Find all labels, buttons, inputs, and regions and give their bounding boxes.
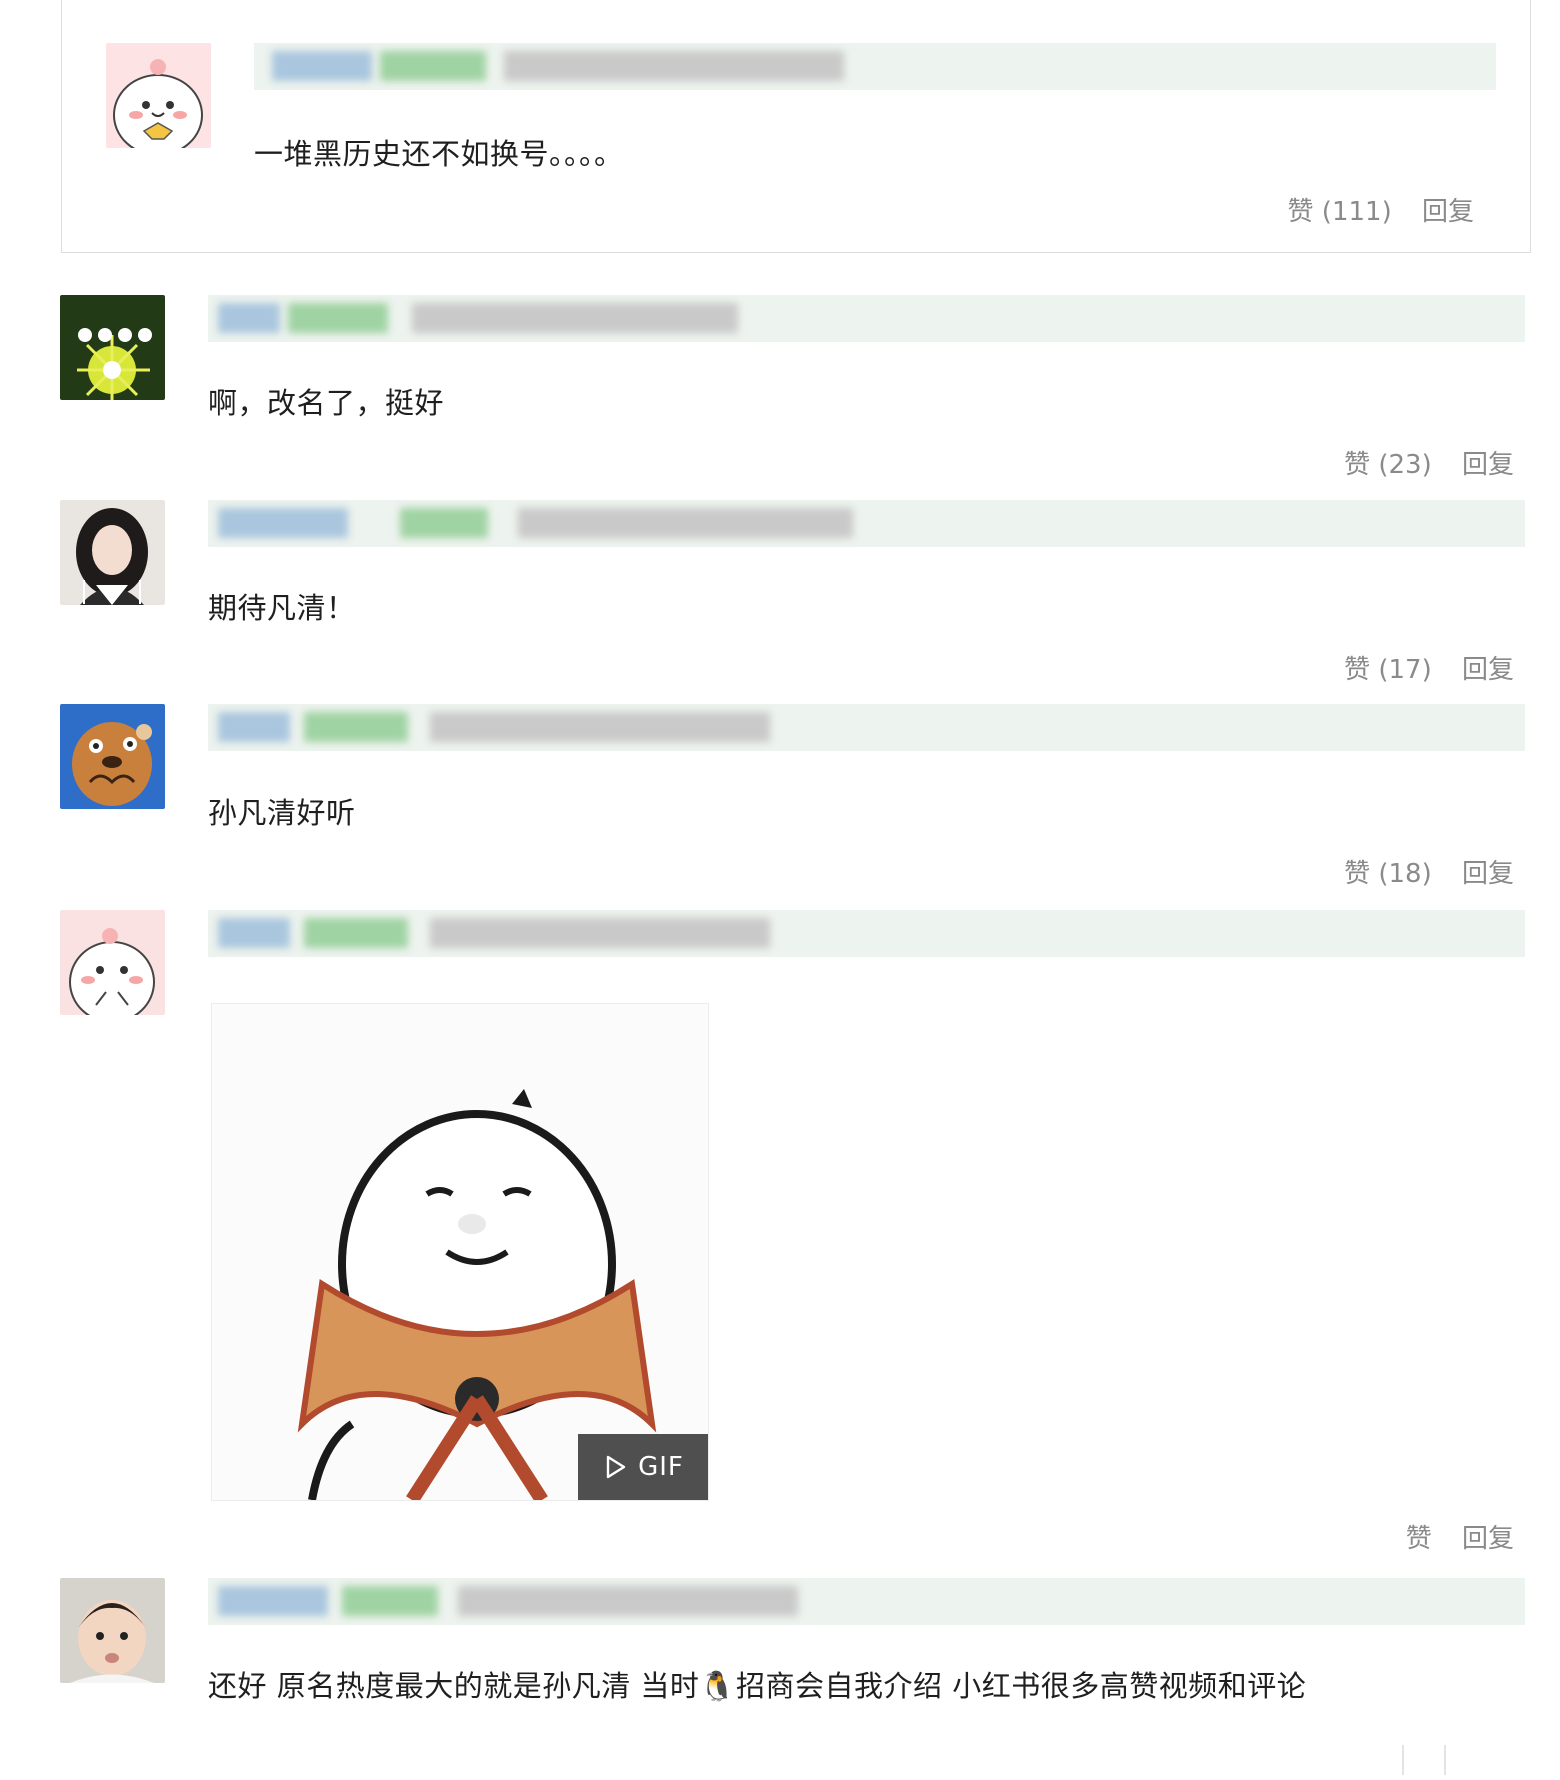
scroll-indicator (1402, 1745, 1446, 1775)
reply-button[interactable]: 回复 (1462, 859, 1514, 889)
avatar[interactable] (60, 704, 165, 809)
comment-meta-bar (208, 1578, 1525, 1625)
comment-actions: 赞 (23) 回复 (1344, 444, 1514, 481)
comment-date (430, 918, 770, 948)
play-icon (606, 1455, 626, 1479)
comment-text: 一堆黑历史还不如换号。。。。 (254, 137, 624, 171)
username[interactable] (218, 303, 280, 333)
like-button[interactable]: 赞 (17) (1344, 655, 1432, 685)
comment-meta-bar (254, 43, 1496, 90)
quoted-comment-card: 一堆黑历史还不如换号。。。。 赞 (111) 回复 (61, 0, 1531, 253)
reply-button[interactable]: 回复 (1462, 655, 1514, 685)
like-button[interactable]: 赞 (23) (1344, 450, 1432, 480)
comment-text: 还好 原名热度最大的就是孙凡清 当时🐧招商会自我介绍 小红书很多高赞视频和评论 (208, 1669, 1307, 1703)
comment-actions: 赞 (17) 回复 (1344, 649, 1514, 686)
comment-date (504, 51, 844, 81)
avatar[interactable] (60, 295, 165, 400)
avatar[interactable] (60, 910, 165, 1015)
gif-play-badge[interactable]: GIF (578, 1434, 708, 1500)
user-badge (380, 51, 486, 81)
gif-image[interactable]: GIF (211, 1003, 709, 1501)
comment-meta-bar (208, 910, 1525, 957)
reply-button[interactable]: 回复 (1462, 450, 1514, 480)
username[interactable] (272, 51, 372, 81)
gif-illustration (212, 1004, 708, 1500)
like-button[interactable]: 赞 (111) (1288, 197, 1392, 227)
user-badge (304, 712, 408, 742)
comment-date (430, 712, 770, 742)
username[interactable] (218, 1586, 328, 1616)
comment-date (412, 303, 738, 333)
comment-meta-bar (208, 500, 1525, 547)
reply-button[interactable]: 回复 (1422, 197, 1474, 227)
username[interactable] (218, 918, 290, 948)
username[interactable] (218, 508, 348, 538)
comment-date (458, 1586, 798, 1616)
username[interactable] (218, 712, 290, 742)
like-button[interactable]: 赞 (1406, 1524, 1432, 1554)
user-badge (400, 508, 488, 538)
comment-meta-bar (208, 295, 1525, 342)
comment-text: 期待凡清！ (208, 591, 356, 625)
gif-label: GIF (638, 1452, 684, 1482)
comment-actions: 赞 (111) 回复 (1288, 191, 1474, 228)
comment-text: 孙凡清好听 (208, 796, 356, 830)
avatar[interactable] (106, 43, 211, 148)
comment-date (518, 508, 853, 538)
user-badge (342, 1586, 438, 1616)
reply-button[interactable]: 回复 (1462, 1524, 1514, 1554)
comment-meta-bar (208, 704, 1525, 751)
user-badge (304, 918, 408, 948)
avatar[interactable] (60, 500, 165, 605)
comment-text: 啊，改名了，挺好 (208, 386, 445, 420)
comment-actions: 赞 (18) 回复 (1344, 853, 1514, 890)
avatar[interactable] (60, 1578, 165, 1683)
user-badge (288, 303, 388, 333)
comment-actions: 赞 回复 (1406, 1518, 1514, 1555)
like-button[interactable]: 赞 (18) (1344, 859, 1432, 889)
